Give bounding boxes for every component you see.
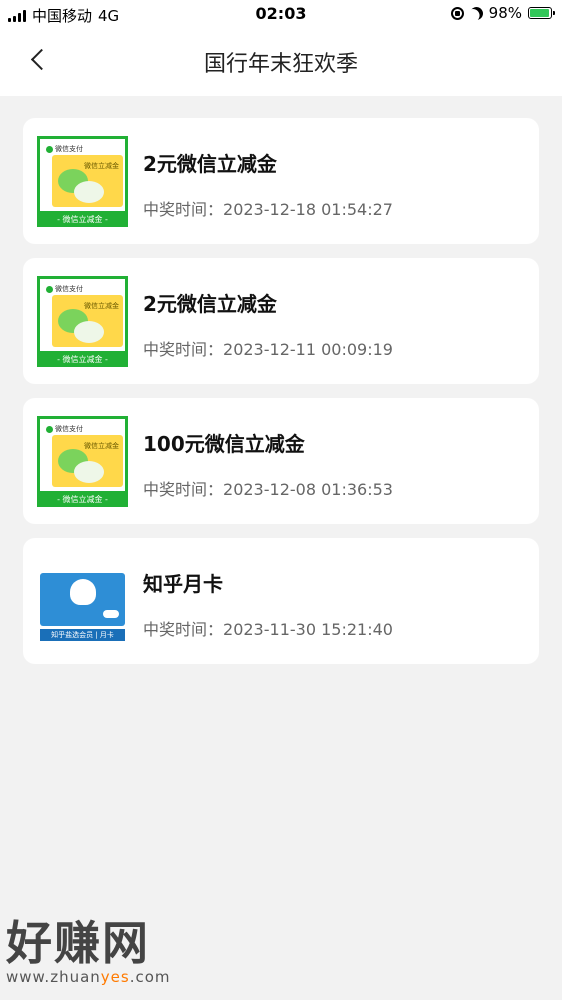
wechat-pay-logo: 微信支付 [46, 284, 83, 294]
rotation-lock-icon [450, 6, 464, 20]
prize-time: 中奖时间：2023-11-30 15:21:40 [143, 620, 393, 639]
coupon-label: 微信立减金 [84, 162, 119, 170]
prize-name: 100元微信立减金 [143, 432, 305, 456]
coupon-footer: - 微信立减金 - [57, 355, 108, 364]
wechat-coupon-image: 微信支付 微信立减金 - 微信立减金 - [37, 136, 128, 227]
watermark-logo: 好赚网 [6, 916, 150, 970]
zhihu-card-footer: 知乎盐选会员 | 月卡 [40, 629, 125, 641]
prize-card[interactable]: 微信支付 微信立减金 - 微信立减金 - 2元微信立减金 中奖时间：2023-1… [23, 258, 539, 384]
prize-name: 知乎月卡 [143, 572, 223, 596]
page-title: 国行年末狂欢季 [203, 52, 358, 77]
coupon-footer: - 微信立减金 - [57, 495, 108, 504]
nav-bar: 国行年末狂欢季 [0, 28, 562, 96]
zhihu-card-image: 知乎盐选会员 | 月卡 [37, 556, 128, 647]
prize-name: 2元微信立减金 [143, 292, 277, 316]
wechat-pay-logo: 微信支付 [46, 144, 83, 154]
coupon-label: 微信立减金 [84, 442, 119, 450]
zhihu-mascot-icon [70, 579, 96, 605]
prize-card[interactable]: 知乎盐选会员 | 月卡 知乎月卡 中奖时间：2023-11-30 15:21:4… [23, 538, 539, 664]
coupon-footer: - 微信立减金 - [57, 215, 108, 224]
watermark-url: www.zhuanyes.com [6, 968, 171, 986]
prize-time: 中奖时间：2023-12-11 00:09:19 [143, 340, 393, 359]
wechat-coupon-image: 微信支付 微信立减金 - 微信立减金 - [37, 416, 128, 507]
prize-card[interactable]: 微信支付 微信立减金 - 微信立减金 - 100元微信立减金 中奖时间：2023… [23, 398, 539, 524]
wechat-pay-logo: 微信支付 [46, 424, 83, 434]
battery-icon [528, 7, 555, 19]
prize-name: 2元微信立减金 [143, 152, 277, 176]
site-watermark: 好赚网 www.zhuanyes.com [6, 918, 171, 986]
prize-list: 微信支付 微信立减金 - 微信立减金 - 2元微信立减金 中奖时间：2023-1… [23, 118, 539, 678]
status-bar: 中国移动 4G 02:03 98% [0, 0, 562, 28]
coupon-label: 微信立减金 [84, 302, 119, 310]
wechat-coupon-image: 微信支付 微信立减金 - 微信立减金 - [37, 276, 128, 367]
prize-card[interactable]: 微信支付 微信立减金 - 微信立减金 - 2元微信立减金 中奖时间：2023-1… [23, 118, 539, 244]
prize-time: 中奖时间：2023-12-08 01:36:53 [143, 480, 393, 499]
do-not-disturb-icon [467, 4, 485, 22]
battery-percent: 98% [488, 4, 522, 22]
status-icons: 98% [450, 4, 555, 22]
prize-time: 中奖时间：2023-12-18 01:54:27 [143, 200, 393, 219]
